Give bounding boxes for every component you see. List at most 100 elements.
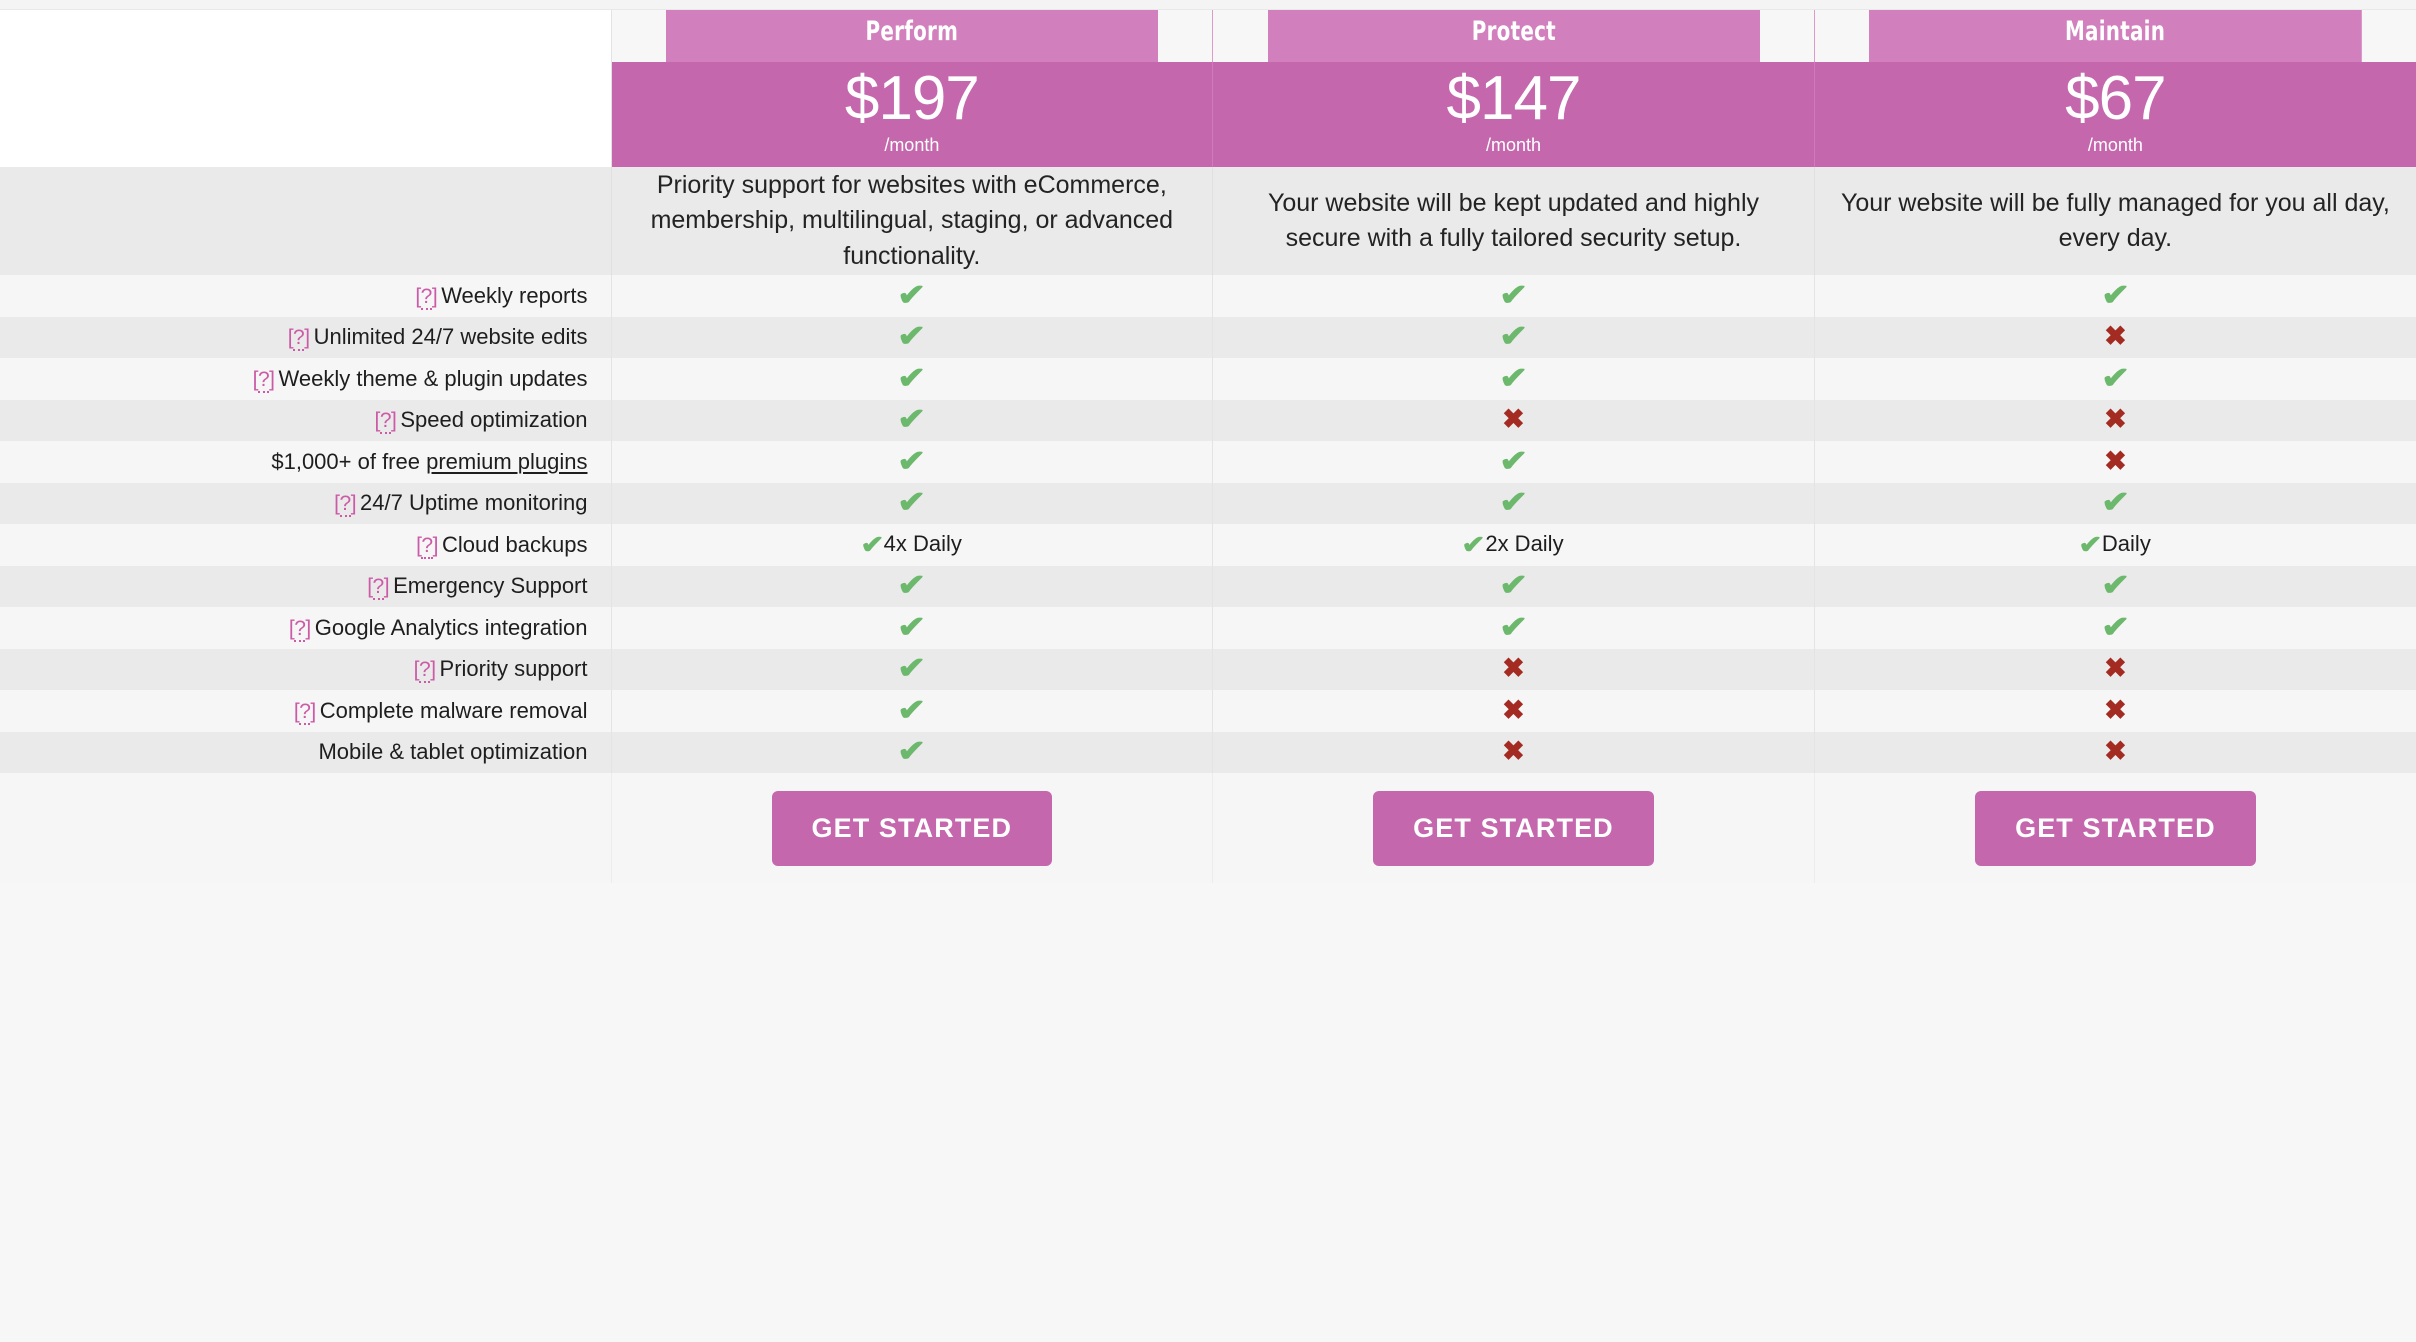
pricing-table-container: Perform Protect Maintain $197/month $147/mon… — [0, 0, 2416, 1342]
check-icon: ✔ — [2100, 486, 2130, 520]
check-icon: ✔ — [1461, 531, 1486, 560]
get-started-button-maintain[interactable]: GET STARTED — [1975, 790, 2256, 866]
help-tooltip-icon[interactable]: [?] — [367, 575, 390, 601]
check-icon: ✔ — [897, 403, 927, 437]
feature-value-cell: ✔ — [611, 690, 1214, 732]
premium-plugins-link[interactable]: premium plugins — [426, 449, 587, 474]
cross-icon: ✖ — [1502, 694, 1525, 725]
check-icon: ✔ — [2100, 278, 2130, 312]
feature-value-cell: ✔ — [1814, 275, 2416, 317]
table-row: [?] Unlimited 24/7 website edits ✔ ✔ ✖ — [0, 316, 2416, 358]
help-tooltip-icon[interactable]: [?] — [253, 367, 275, 393]
cross-icon: ✖ — [2104, 736, 2127, 767]
feature-label-text: Mobile & tablet optimization — [318, 739, 588, 765]
feature-value-text: 2x Daily — [1485, 531, 1564, 557]
top-strip — [0, 0, 2416, 10]
description-cell-perform: Priority support for websites with eComm… — [611, 167, 1214, 275]
cta-row: GET STARTED GET STARTED GET STARTED — [0, 773, 2416, 883]
feature-value-text: 4x Daily — [883, 531, 962, 557]
help-tooltip-icon[interactable]: [?] — [416, 533, 438, 559]
feature-label-text: Weekly theme & plugin updates — [278, 365, 588, 391]
cross-icon: ✖ — [2104, 694, 2127, 725]
feature-value-cell: ✔ — [1814, 607, 2416, 649]
feature-value-cell: ✔ — [611, 731, 1214, 773]
feature-label-text: Cloud backups — [441, 531, 588, 557]
cross-icon: ✖ — [2104, 653, 2127, 684]
feature-label-cell: [?] Weekly theme & plugin updates — [0, 358, 612, 400]
table-row: [?] Weekly theme & plugin updates ✔ ✔ ✔ — [0, 358, 2416, 400]
feature-value-cell: ✔ — [1212, 275, 1815, 317]
feature-value-cell: ✔ — [1814, 565, 2416, 607]
cta-empty-cell — [0, 773, 612, 883]
feature-label-text: 24/7 Uptime monitoring — [360, 490, 588, 516]
check-icon: ✔ — [860, 531, 885, 560]
plan-price-row: $197/month $147/month $67/month — [0, 62, 2416, 167]
cta-cell-maintain: GET STARTED — [1814, 773, 2416, 883]
plan-description: Your website will be fully managed for y… — [1840, 188, 2390, 253]
feature-label-cell: [?] Emergency Support — [0, 565, 612, 607]
feature-label-cell: [?] Cloud backups — [0, 524, 612, 566]
feature-label-text: Google Analytics integration — [314, 614, 588, 640]
help-tooltip-icon[interactable]: [?] — [288, 326, 310, 352]
check-icon: ✔ — [897, 278, 927, 312]
check-icon: ✔ — [1499, 610, 1528, 644]
feature-value-cell: ✔ — [1212, 441, 1815, 483]
cross-icon: ✖ — [2104, 404, 2127, 435]
feature-value-cell: ✖ — [1814, 731, 2416, 773]
feature-label-text: Complete malware removal — [319, 697, 588, 723]
price-empty-cell — [0, 62, 612, 167]
table-row: [?] Priority support ✔ ✖ ✖ — [0, 648, 2416, 690]
table-row: [?] Speed optimization ✔ ✖ ✖ — [0, 399, 2416, 441]
feature-label-cell: $1,000+ of free premium plugins — [0, 441, 612, 483]
help-tooltip-icon[interactable]: [?] — [289, 616, 311, 642]
plan-description-row: Priority support for websites with eComm… — [0, 167, 2416, 275]
get-started-button-protect[interactable]: GET STARTED — [1373, 790, 1654, 866]
feature-value-cell: ✔ — [1212, 565, 1815, 607]
feature-value-cell: ✔2x Daily — [1212, 524, 1815, 566]
check-with-label: ✔4x Daily — [860, 531, 962, 560]
price-cell-perform: $197/month — [611, 62, 1214, 167]
feature-value-cell: ✔ — [611, 482, 1214, 524]
cross-icon: ✖ — [1502, 404, 1525, 435]
table-row: [?] Complete malware removal ✔ ✖ ✖ — [0, 690, 2416, 732]
price-period: /month — [1485, 134, 1541, 155]
feature-label-text: Emergency Support — [393, 573, 588, 599]
check-icon: ✔ — [1499, 361, 1528, 395]
check-icon: ✔ — [897, 610, 927, 644]
help-tooltip-icon[interactable]: [?] — [415, 284, 438, 310]
feature-value-cell: ✔ — [1212, 482, 1815, 524]
table-row: [?] Cloud backups ✔4x Daily ✔2x Daily ✔Daily — [0, 524, 2416, 566]
feature-value-cell: ✔4x Daily — [611, 524, 1214, 566]
cross-icon: ✖ — [2104, 321, 2127, 352]
cta-cell-protect: GET STARTED — [1212, 773, 1815, 883]
check-icon: ✔ — [1499, 569, 1528, 603]
feature-value-cell: ✔ — [611, 607, 1214, 649]
price-cell-maintain: $67/month — [1814, 62, 2416, 167]
price-period: /month — [884, 134, 940, 155]
feature-value-cell: ✔ — [1212, 607, 1815, 649]
pricing-comparison-table: Perform Protect Maintain $197/month $147/mon… — [0, 0, 2416, 883]
help-tooltip-icon[interactable]: [?] — [334, 492, 357, 518]
check-icon: ✔ — [897, 486, 927, 520]
price-amount: $147 — [1446, 63, 1582, 133]
help-tooltip-icon[interactable]: [?] — [375, 409, 397, 435]
table-row: $1,000+ of free premium plugins ✔ ✔ ✖ — [0, 441, 2416, 483]
feature-value-cell: ✖ — [1814, 690, 2416, 732]
feature-label-cell: [?] Weekly reports — [0, 275, 612, 317]
description-cell-protect: Your website will be kept updated and hi… — [1212, 167, 1815, 275]
feature-label-text: Weekly reports — [441, 282, 588, 308]
feature-value-cell: ✖ — [1814, 648, 2416, 690]
feature-value-cell: ✔ — [611, 648, 1214, 690]
get-started-button-perform[interactable]: GET STARTED — [771, 790, 1053, 866]
feature-label-cell: [?] Google Analytics integration — [0, 607, 612, 649]
feature-value-cell: ✖ — [1212, 399, 1815, 441]
feature-value-cell: ✔Daily — [1814, 524, 2416, 566]
feature-label-cell: [?] 24/7 Uptime monitoring — [0, 482, 612, 524]
check-icon: ✔ — [897, 444, 927, 478]
help-tooltip-icon[interactable]: [?] — [294, 699, 316, 725]
feature-label-text: $1,000+ of free — [271, 448, 427, 474]
cross-icon: ✖ — [1502, 653, 1525, 684]
table-row: Mobile & tablet optimization ✔ ✖ ✖ — [0, 731, 2416, 773]
feature-value-cell: ✖ — [1814, 316, 2416, 358]
help-tooltip-icon[interactable]: [?] — [414, 658, 436, 684]
